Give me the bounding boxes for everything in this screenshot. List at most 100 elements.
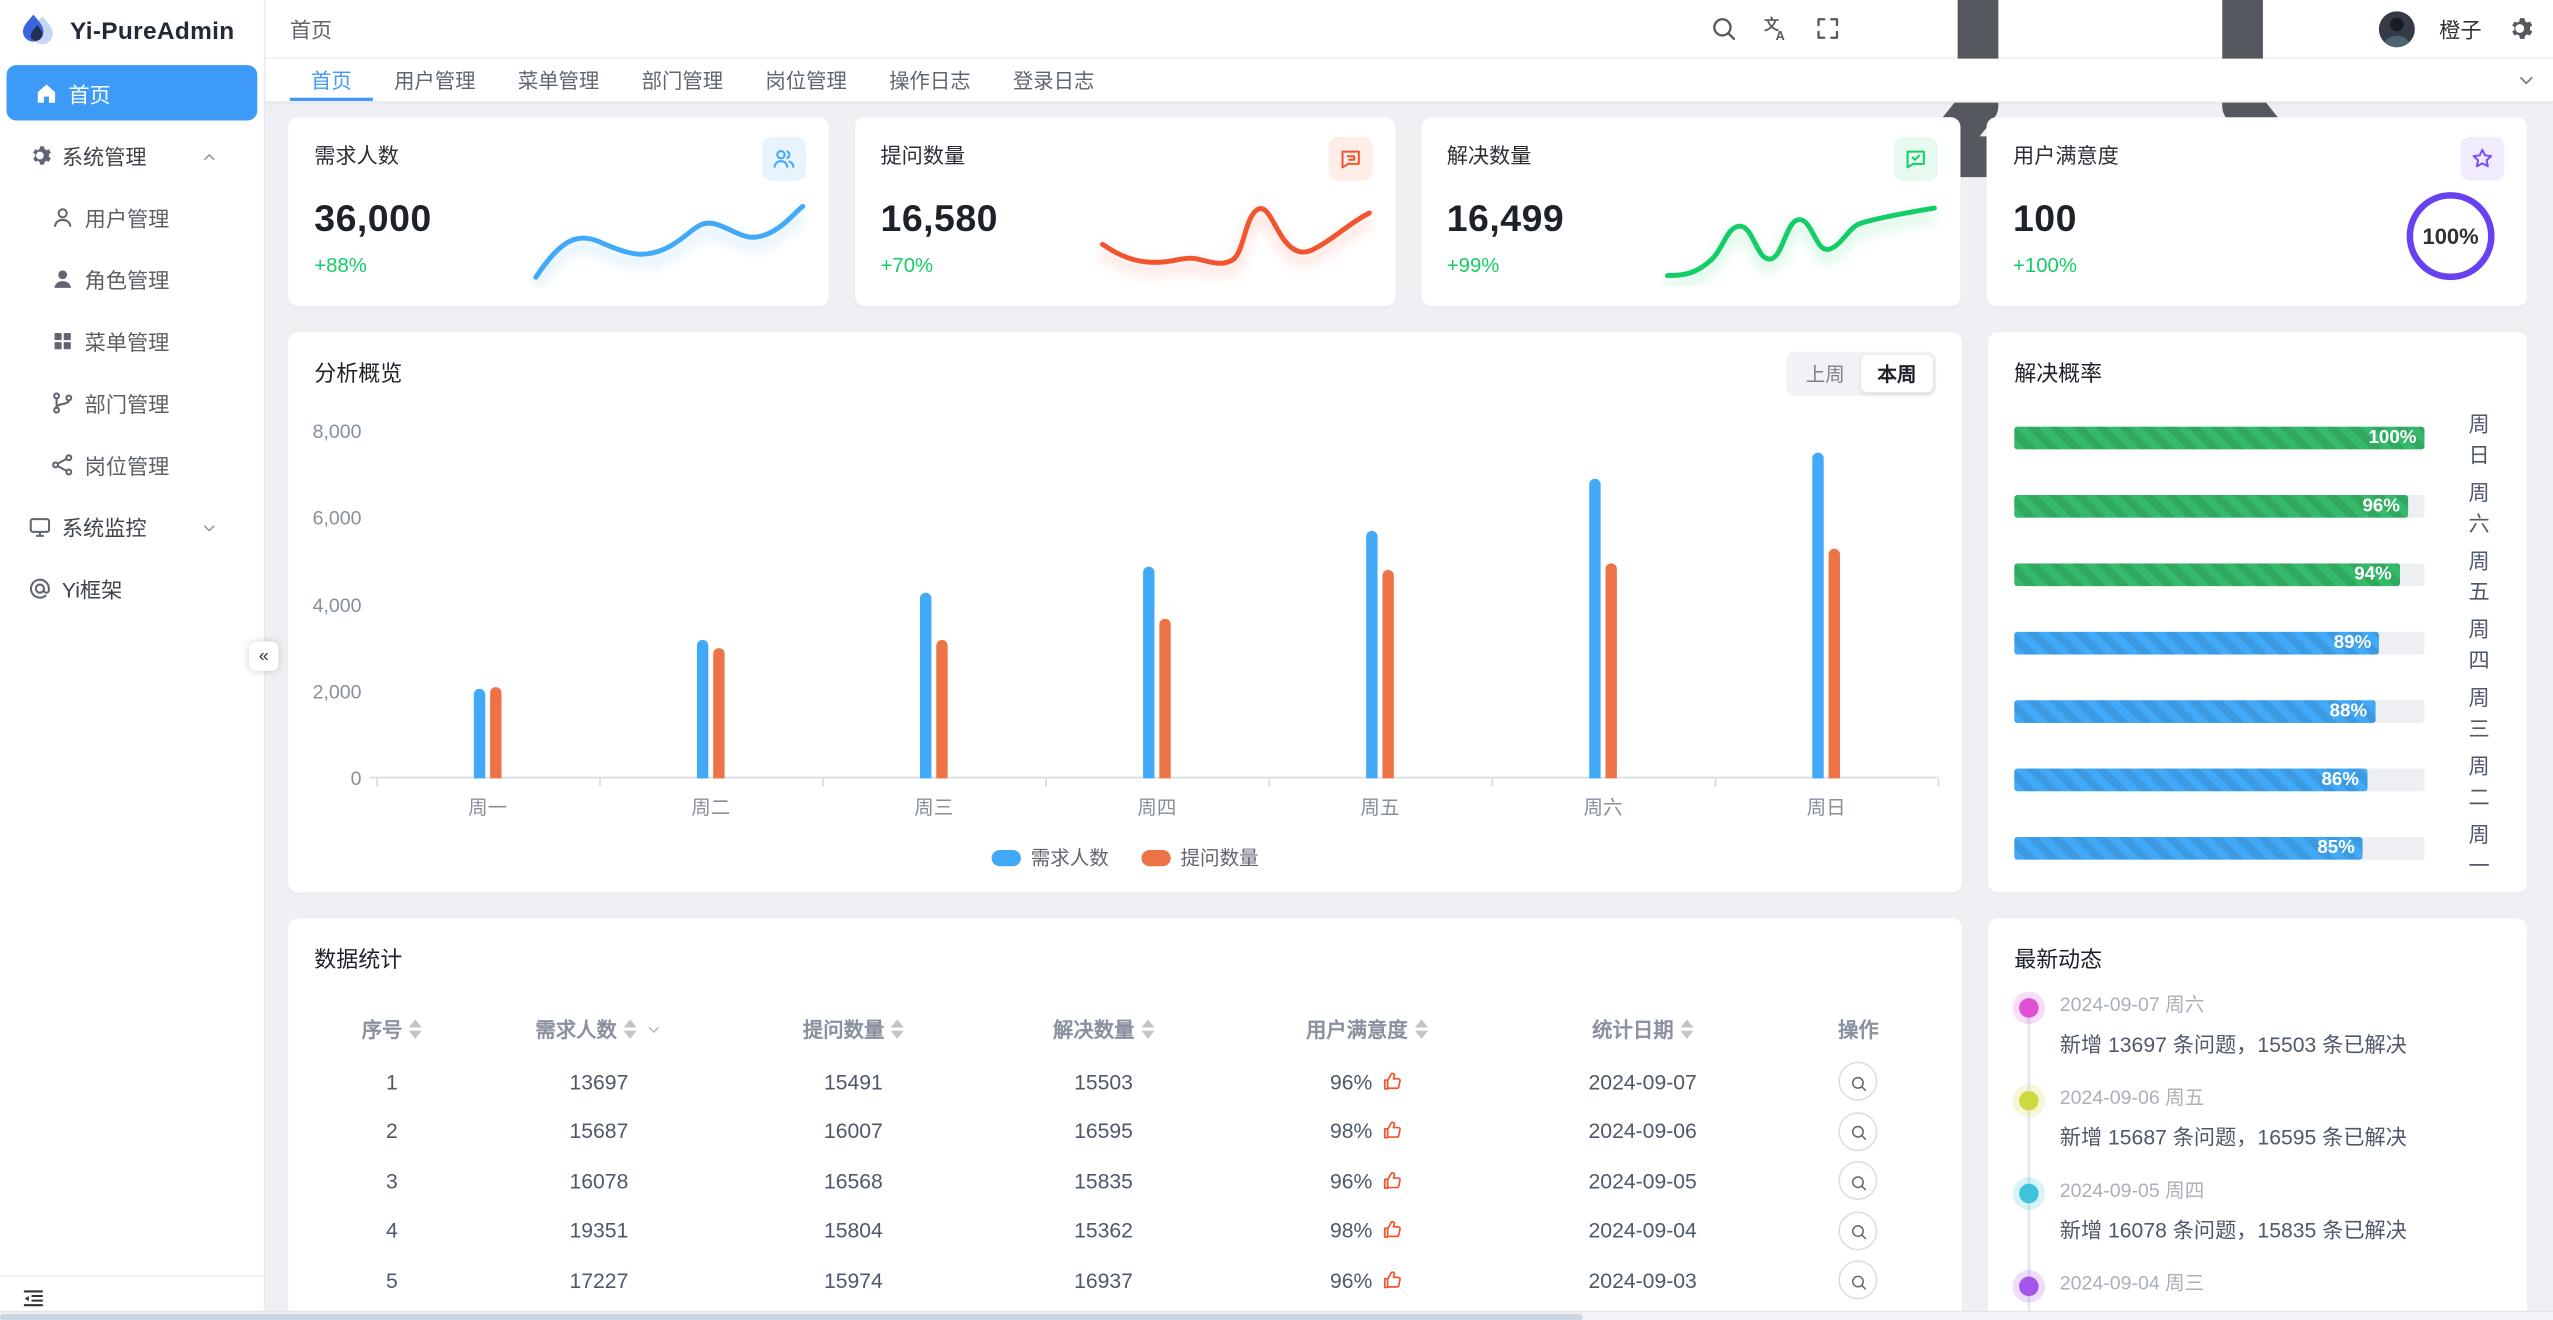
axis-tick bbox=[1715, 778, 1717, 786]
app-root: Yi-PureAdmin 首页系统管理用户管理角色管理菜单管理部门管理岗位管理系… bbox=[0, 0, 2553, 1320]
solve-rate-track: 100% bbox=[2014, 427, 2424, 450]
table-cell: 15974 bbox=[728, 1255, 978, 1305]
tabs-collapse-chevron-icon[interactable] bbox=[2516, 69, 2537, 90]
avatar[interactable] bbox=[2379, 11, 2415, 47]
satisfaction-cell: 96% bbox=[1229, 1057, 1505, 1107]
bar-提问数量 bbox=[936, 640, 947, 779]
translate-icon[interactable]: 文A bbox=[1762, 15, 1790, 43]
breadcrumb: 首页 bbox=[290, 13, 332, 44]
y-axis-label: 6,000 bbox=[313, 507, 362, 530]
sidebar-collapse-fab[interactable]: « bbox=[249, 642, 278, 671]
solve-rate-track: 86% bbox=[2014, 769, 2424, 792]
tab-部门管理[interactable]: 部门管理 bbox=[620, 59, 744, 101]
tab-用户管理[interactable]: 用户管理 bbox=[373, 59, 497, 101]
sidebar-item-角色管理[interactable]: 角色管理 bbox=[0, 248, 264, 310]
sort-carets-icon[interactable] bbox=[1141, 1019, 1154, 1039]
column-header-label: 需求人数 bbox=[535, 1019, 616, 1042]
column-header-序号[interactable]: 序号 bbox=[314, 1000, 469, 1057]
x-axis-label: 周二 bbox=[599, 793, 822, 821]
thumb-up-icon bbox=[1380, 1169, 1403, 1192]
solve-rate-fill: 94% bbox=[2014, 563, 2400, 586]
timeline-dot bbox=[2019, 1091, 2039, 1111]
solve-rate-fill: 85% bbox=[2014, 837, 2363, 860]
sort-carets-icon[interactable] bbox=[409, 1019, 422, 1039]
sidebar-item-label: 部门管理 bbox=[85, 387, 170, 418]
magnifier-icon bbox=[1849, 1073, 1867, 1091]
sparkline bbox=[1661, 195, 1941, 286]
solve-rate-card: 解决概率 100%周日96%周六94%周五89%周四88%周三86%周二85%周… bbox=[1988, 332, 2527, 892]
tab-操作日志[interactable]: 操作日志 bbox=[868, 59, 992, 101]
sidebar-item-用户管理[interactable]: 用户管理 bbox=[0, 186, 264, 248]
column-header-解决数量[interactable]: 解决数量 bbox=[978, 1000, 1228, 1057]
timeline-dot bbox=[2019, 1277, 2039, 1297]
timeline-item: 2024-09-05 周四新增 16078 条问题，15835 条已解决 bbox=[2014, 1176, 2507, 1244]
table-row: 113697154911550396%2024-09-07 bbox=[314, 1057, 1936, 1107]
sidebar-item-部门管理[interactable]: 部门管理 bbox=[0, 371, 264, 433]
search-icon[interactable] bbox=[1710, 15, 1738, 43]
solve-rate-row-周四: 89%周四 bbox=[2014, 632, 2501, 655]
sort-carets-icon[interactable] bbox=[623, 1019, 636, 1039]
bar-chart-plot: 02,0004,0006,0008,000周一周二周三周四周五周六周日 bbox=[376, 431, 1938, 778]
username[interactable]: 橙子 bbox=[2439, 13, 2481, 44]
legend-item-需求人数: 需求人数 bbox=[992, 843, 1109, 871]
sidebar-item-label: 用户管理 bbox=[85, 201, 170, 232]
horizontal-scrollbar-thumb[interactable] bbox=[0, 1314, 1583, 1320]
view-detail-button[interactable] bbox=[1839, 1261, 1878, 1300]
column-header-提问数量[interactable]: 提问数量 bbox=[728, 1000, 978, 1057]
fullscreen-icon[interactable] bbox=[1814, 15, 1842, 43]
satisfaction-cell: 96% bbox=[1229, 1156, 1505, 1206]
column-header-需求人数[interactable]: 需求人数 bbox=[470, 1000, 729, 1057]
bar-group-周三: 周三 bbox=[822, 431, 1045, 778]
sidebar-item-Yi框架[interactable]: Yi框架 bbox=[0, 557, 264, 619]
sort-carets-icon[interactable] bbox=[1680, 1019, 1693, 1039]
toggle-上周[interactable]: 上周 bbox=[1789, 355, 1861, 392]
tab-菜单管理[interactable]: 菜单管理 bbox=[497, 59, 621, 101]
timeline-dot bbox=[2019, 998, 2039, 1018]
sidebar-item-系统监控[interactable]: 系统监控 bbox=[0, 495, 264, 557]
timeline-item: 2024-09-07 周六新增 13697 条问题，15503 条已解决 bbox=[2014, 990, 2507, 1058]
satisfaction-value: 96% bbox=[1330, 1169, 1372, 1193]
sidebar-item-菜单管理[interactable]: 菜单管理 bbox=[0, 309, 264, 371]
solve-rate-fill: 88% bbox=[2014, 700, 2375, 723]
table-cell: 19351 bbox=[470, 1206, 729, 1256]
analysis-chart-card: 分析概览 上周本周 02,0004,0006,0008,000周一周二周三周四周… bbox=[288, 332, 1962, 892]
sidebar-item-label: 首页 bbox=[68, 77, 110, 108]
sidebar-item-首页[interactable]: 首页 bbox=[7, 65, 258, 120]
view-detail-button[interactable] bbox=[1839, 1112, 1878, 1151]
column-header-用户满意度[interactable]: 用户满意度 bbox=[1229, 1000, 1505, 1057]
tab-登录日志[interactable]: 登录日志 bbox=[992, 59, 1116, 101]
toggle-本周[interactable]: 本周 bbox=[1861, 355, 1933, 392]
sort-carets-icon[interactable] bbox=[891, 1019, 904, 1039]
sort-carets-icon[interactable] bbox=[1414, 1019, 1427, 1039]
droplet-logo-icon bbox=[16, 10, 58, 52]
view-detail-button[interactable] bbox=[1839, 1211, 1878, 1250]
menu-fold-icon[interactable] bbox=[21, 1286, 45, 1310]
sidebar-item-岗位管理[interactable]: 岗位管理 bbox=[0, 433, 264, 495]
x-axis-label: 周五 bbox=[1268, 793, 1491, 821]
bottom-row: 数据统计 序号需求人数提问数量解决数量用户满意度统计日期操作 113697154… bbox=[288, 918, 2527, 1320]
solve-rate-day-label: 周一 bbox=[2469, 817, 2502, 879]
y-axis-label: 0 bbox=[351, 767, 362, 790]
sidebar-item-系统管理[interactable]: 系统管理 bbox=[0, 124, 264, 186]
solve-rate-day-label: 周四 bbox=[2469, 612, 2502, 674]
tab-首页[interactable]: 首页 bbox=[290, 59, 373, 101]
column-header-统计日期[interactable]: 统计日期 bbox=[1505, 1000, 1781, 1057]
view-detail-button[interactable] bbox=[1839, 1062, 1878, 1101]
middle-row: 分析概览 上周本周 02,0004,0006,0008,000周一周二周三周四周… bbox=[288, 332, 2527, 892]
statistics-table: 序号需求人数提问数量解决数量用户满意度统计日期操作 11369715491155… bbox=[314, 1000, 1936, 1320]
app-logo: Yi-PureAdmin bbox=[0, 0, 264, 62]
legend-label: 提问数量 bbox=[1181, 843, 1259, 871]
legend-swatch bbox=[992, 849, 1021, 865]
table-cell: 15491 bbox=[728, 1057, 978, 1107]
magnifier-icon bbox=[1849, 1271, 1867, 1289]
settings-gear-icon[interactable] bbox=[2506, 15, 2534, 43]
bar-需求人数 bbox=[1589, 479, 1600, 778]
view-detail-button[interactable] bbox=[1839, 1161, 1878, 1200]
table-cell: 1 bbox=[314, 1057, 469, 1107]
horizontal-scrollbar bbox=[0, 1311, 2553, 1320]
stat-card-需求人数: 需求人数36,000+88% bbox=[288, 117, 828, 306]
timeline-text: 新增 15687 条问题，16595 条已解决 bbox=[2060, 1120, 2508, 1151]
sidebar-nav: 首页系统管理用户管理角色管理菜单管理部门管理岗位管理系统监控Yi框架 bbox=[0, 62, 264, 1275]
tab-岗位管理[interactable]: 岗位管理 bbox=[744, 59, 868, 101]
date-cell: 2024-09-03 bbox=[1505, 1255, 1781, 1305]
